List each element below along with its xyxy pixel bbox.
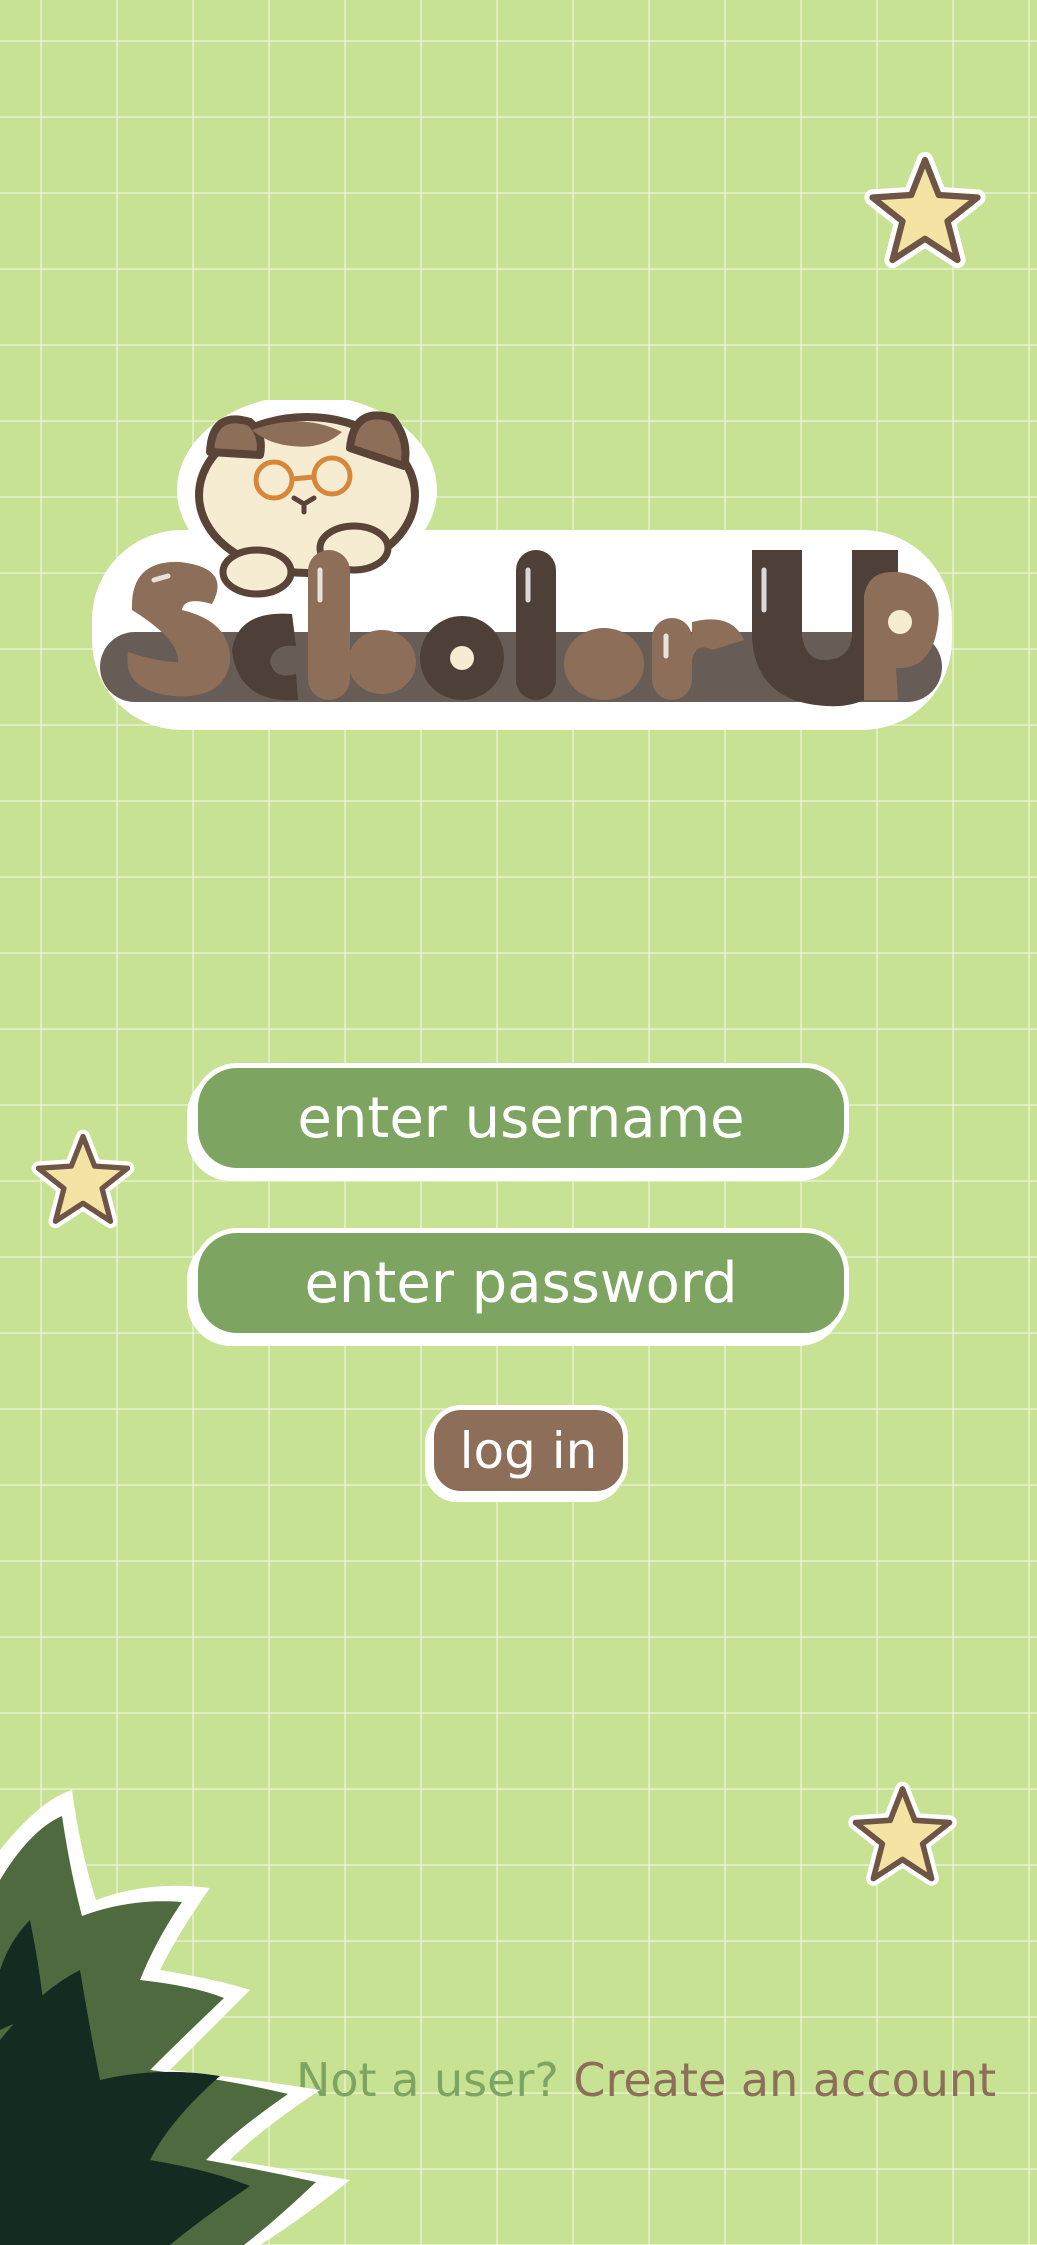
star-icon bbox=[864, 151, 986, 269]
star-icon bbox=[848, 1781, 957, 1886]
password-input[interactable] bbox=[193, 1228, 849, 1338]
app-logo bbox=[92, 400, 952, 730]
bush-leaves-icon bbox=[0, 1790, 350, 2245]
username-input[interactable] bbox=[193, 1063, 849, 1173]
signup-prompt-line: Not a user? Create an account bbox=[296, 2050, 996, 2110]
login-button[interactable]: log in bbox=[429, 1405, 628, 1496]
star-icon bbox=[31, 1129, 135, 1229]
create-account-link[interactable]: Create an account bbox=[573, 2053, 996, 2107]
